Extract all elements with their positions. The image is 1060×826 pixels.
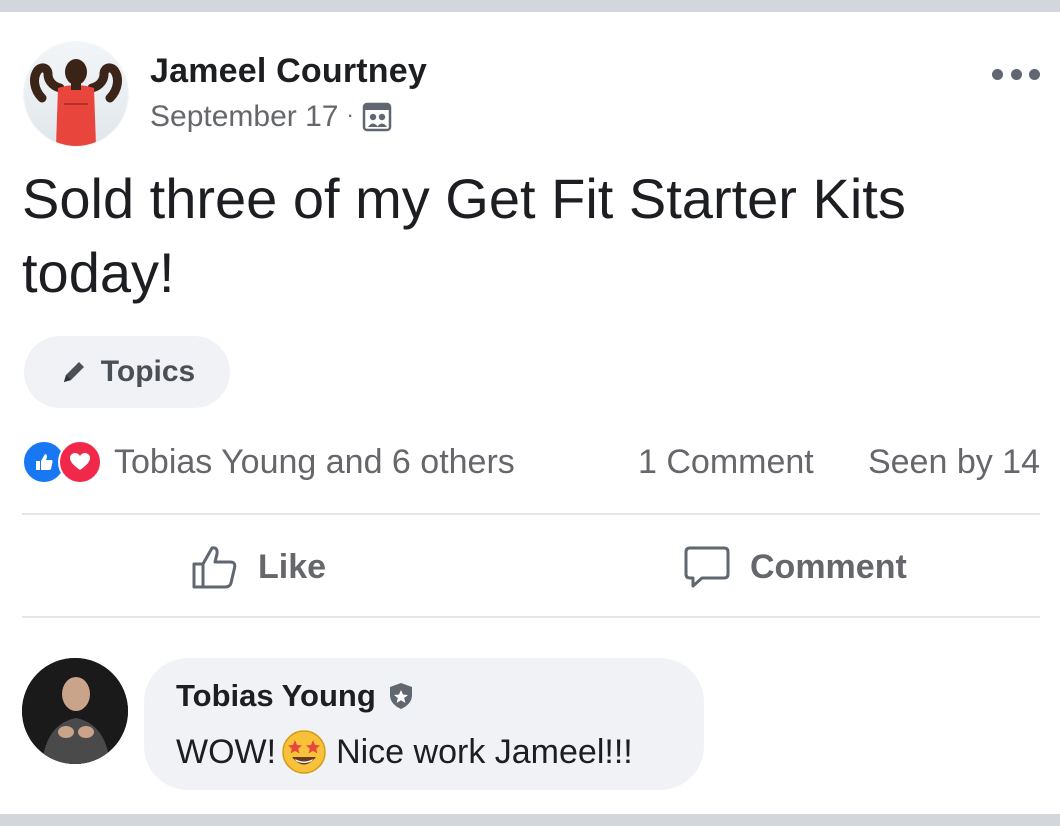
seen-by-count[interactable]: Seen by 14	[868, 443, 1040, 482]
author-avatar[interactable]	[24, 42, 128, 146]
reaction-icons	[22, 440, 106, 484]
comment-bubble: Tobias Young WOW! Nice work Jameel!!!	[144, 658, 704, 790]
love-reaction-icon	[58, 440, 102, 484]
like-label: Like	[258, 547, 327, 586]
comment-bubble-icon	[684, 546, 730, 588]
divider-top	[22, 513, 1040, 515]
post-author-name[interactable]: Jameel Courtney	[150, 52, 427, 91]
topics-label: Topics	[100, 355, 196, 388]
reactions-summary[interactable]: Tobias Young and 6 others	[22, 440, 515, 484]
comment-count[interactable]: 1 Comment	[638, 443, 814, 482]
meta-separator: ·	[346, 102, 354, 127]
comment-text-end: Nice work Jameel!!!	[336, 732, 633, 771]
like-button[interactable]: Like	[190, 535, 326, 599]
more-options-icon[interactable]	[992, 62, 1040, 86]
pencil-icon	[63, 362, 84, 382]
post-meta: September 17 ·	[150, 100, 392, 134]
comment-author-name[interactable]: Tobias Young	[176, 678, 376, 714]
commenter-photo	[22, 658, 128, 764]
divider-bottom	[22, 616, 1040, 618]
post-text: Sold three of my Get Fit Starter Kits to…	[22, 167, 906, 304]
admin-badge-icon	[389, 683, 412, 709]
comment-text-start: WOW!	[176, 732, 277, 771]
topics-button[interactable]: Topics	[24, 336, 230, 408]
thumbs-up-icon	[192, 546, 237, 589]
reactors-text[interactable]: Tobias Young and 6 others	[114, 443, 515, 482]
top-separator	[0, 0, 1060, 12]
comment-author[interactable]: Tobias Young	[176, 678, 416, 714]
group-audience-icon[interactable]	[362, 102, 392, 132]
comment-text: WOW! Nice work Jameel!!!	[176, 728, 633, 776]
bottom-separator	[0, 814, 1060, 826]
comment-button[interactable]: Comment	[682, 535, 907, 599]
author-photo	[30, 59, 122, 146]
comment-label: Comment	[750, 547, 907, 586]
commenter-avatar[interactable]	[22, 658, 128, 764]
star-struck-emoji-icon	[282, 730, 326, 774]
post-date[interactable]: September 17	[150, 100, 338, 134]
